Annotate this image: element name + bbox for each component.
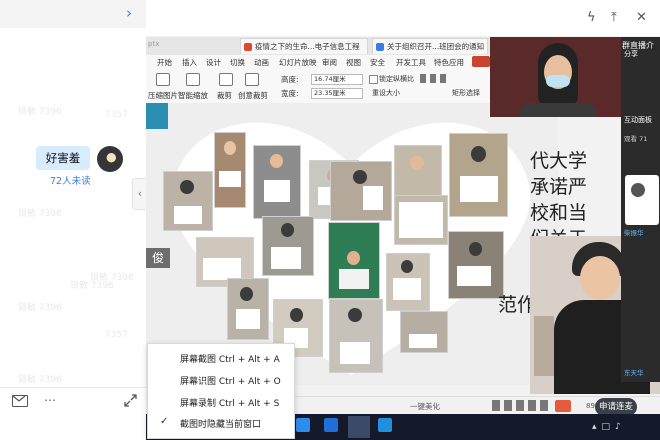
- menu-insert[interactable]: 插入: [182, 57, 197, 68]
- student-photo: [262, 216, 314, 276]
- taskbar-app-icon[interactable]: [378, 418, 392, 432]
- crop-icon[interactable]: [219, 73, 233, 86]
- watermark: 锁敏 7396: [18, 107, 62, 117]
- menu-item-screenshot[interactable]: 屏幕截图 Ctrl + Alt + A: [180, 352, 280, 365]
- chat-name: 柴振华: [624, 229, 644, 237]
- tab-label: 疫情之下的生命...电子信息工程: [255, 42, 360, 51]
- tab-document-1[interactable]: 疫情之下的生命...电子信息工程: [240, 38, 368, 54]
- chevron-right-icon[interactable]: ›: [126, 4, 132, 22]
- student-photo: [449, 133, 508, 217]
- speaker-name-tag: 俊: [146, 248, 170, 268]
- student-photo: [400, 311, 448, 353]
- screenshot-context-menu: 屏幕截图 Ctrl + Alt + A 屏幕识图 Ctrl + Alt + O …: [147, 343, 295, 439]
- interaction-panel: 分享 互动面板 观看 71 柴振华 东天华: [621, 37, 660, 382]
- rect-select-button[interactable]: 矩形选择: [452, 88, 480, 98]
- student-photo: [329, 299, 383, 373]
- voice-card[interactable]: [625, 175, 659, 225]
- lock-ratio-checkbox[interactable]: [369, 75, 378, 84]
- width-label: 宽度:: [281, 89, 299, 98]
- slide-text-line: 承诺严: [530, 176, 588, 198]
- student-photo: [214, 132, 246, 208]
- width-input[interactable]: 23.35厘米: [311, 88, 363, 99]
- doc-icon: [376, 43, 384, 51]
- message-bubble[interactable]: 好害羞: [36, 146, 90, 170]
- avatar[interactable]: [97, 146, 123, 172]
- mail-icon[interactable]: [12, 395, 28, 407]
- student-photo: [386, 253, 430, 311]
- pin-icon[interactable]: ⤒: [611, 10, 617, 25]
- compress-button[interactable]: 压缩图片: [148, 90, 178, 101]
- zoom-icon[interactable]: [186, 73, 200, 86]
- slide-text-line: 校和当: [530, 202, 588, 224]
- menu-transition[interactable]: 切换: [230, 57, 245, 68]
- teacher-camera[interactable]: [490, 37, 621, 117]
- slide-text-line: 代大学: [530, 150, 588, 172]
- lock-ratio-label: 锁定纵横比: [379, 75, 414, 83]
- top-bar: [146, 0, 660, 36]
- crop-button[interactable]: 裁剪: [217, 90, 232, 101]
- creative-crop-icon[interactable]: [245, 73, 259, 86]
- chat-header: [0, 0, 146, 28]
- watermark: 锁敏 7396: [18, 375, 62, 385]
- watermark: 7357: [105, 330, 128, 340]
- tab-label: 关于组织召开...班团会的通知: [387, 42, 485, 51]
- tab-overflow[interactable]: ptx: [148, 40, 159, 48]
- beautify-button[interactable]: 一键美化: [410, 401, 440, 412]
- compress-icon[interactable]: [156, 73, 170, 86]
- tab-document-2[interactable]: 关于组织召开...班团会的通知: [372, 38, 488, 54]
- student-photo: [448, 231, 504, 299]
- side-strip: [146, 103, 168, 129]
- more-icon[interactable]: ⋯: [44, 393, 57, 407]
- align-icons[interactable]: [420, 74, 450, 83]
- height-label: 高度:: [281, 75, 299, 84]
- student-photo: [253, 145, 301, 219]
- watermark: 锁敏 7396: [70, 281, 114, 291]
- height-input[interactable]: 16.74厘米: [311, 74, 363, 85]
- viewer-count: 观看 71: [624, 135, 648, 143]
- expand-icon[interactable]: [124, 394, 137, 407]
- creative-crop-button[interactable]: 创意裁剪: [238, 90, 268, 101]
- picture-tab[interactable]: [472, 56, 490, 67]
- menu-slideshow[interactable]: 幻灯片放映: [279, 57, 317, 68]
- menu-start[interactable]: 开始: [157, 57, 172, 68]
- collapse-panel-button[interactable]: ‹: [132, 178, 146, 210]
- taskbar-app-active[interactable]: [348, 416, 370, 438]
- menu-developer[interactable]: 开发工具: [396, 57, 426, 68]
- voice-icon: [631, 183, 645, 197]
- unread-count[interactable]: 72人未读: [50, 173, 91, 187]
- menu-design[interactable]: 设计: [206, 57, 221, 68]
- watermark: 锁敏 7396: [18, 209, 62, 219]
- chat-panel: › 锁敏 7396 7357 锁敏 7396 锁敏 7396 锁敏 7396 锁…: [0, 0, 147, 440]
- menu-item-ocr[interactable]: 屏幕识图 Ctrl + Alt + O: [180, 374, 281, 387]
- menu-features[interactable]: 特色应用: [434, 57, 464, 68]
- reset-size-button[interactable]: 重设大小: [372, 88, 400, 98]
- smart-zoom-button[interactable]: 智能缩放: [178, 90, 208, 101]
- live-title: 群直播介: [622, 41, 654, 50]
- menu-review[interactable]: 审阅: [322, 57, 337, 68]
- student-photo: [330, 161, 392, 221]
- ppt-icon: [244, 43, 252, 51]
- menu-view[interactable]: 视图: [346, 57, 361, 68]
- student-photo: [163, 171, 213, 231]
- taskbar-app-icon[interactable]: [324, 418, 338, 432]
- tray-icons[interactable]: ▴□♪: [592, 422, 626, 432]
- interact-panel-title[interactable]: 互动面板: [624, 115, 652, 125]
- play-button[interactable]: [555, 400, 571, 412]
- view-buttons[interactable]: [492, 400, 548, 411]
- student-photo: [227, 278, 269, 340]
- check-icon: ✓: [160, 416, 169, 427]
- student-photo: [394, 195, 448, 245]
- chat-name: 东天华: [624, 369, 644, 377]
- lightning-icon[interactable]: ϟ: [587, 10, 596, 25]
- watermark: 7357: [105, 110, 128, 120]
- watermark: 锁敏 7396: [18, 303, 62, 313]
- student-photo: [328, 222, 380, 299]
- close-icon[interactable]: ✕: [636, 10, 647, 25]
- menu-security[interactable]: 安全: [370, 57, 385, 68]
- taskbar-app-icon[interactable]: [296, 418, 310, 432]
- divider: [0, 387, 146, 388]
- menu-animation[interactable]: 动画: [254, 57, 269, 68]
- menu-item-record[interactable]: 屏幕录制 Ctrl + Alt + S: [180, 396, 279, 409]
- menu-item-hide-window[interactable]: 截图时隐藏当前窗口: [180, 417, 261, 430]
